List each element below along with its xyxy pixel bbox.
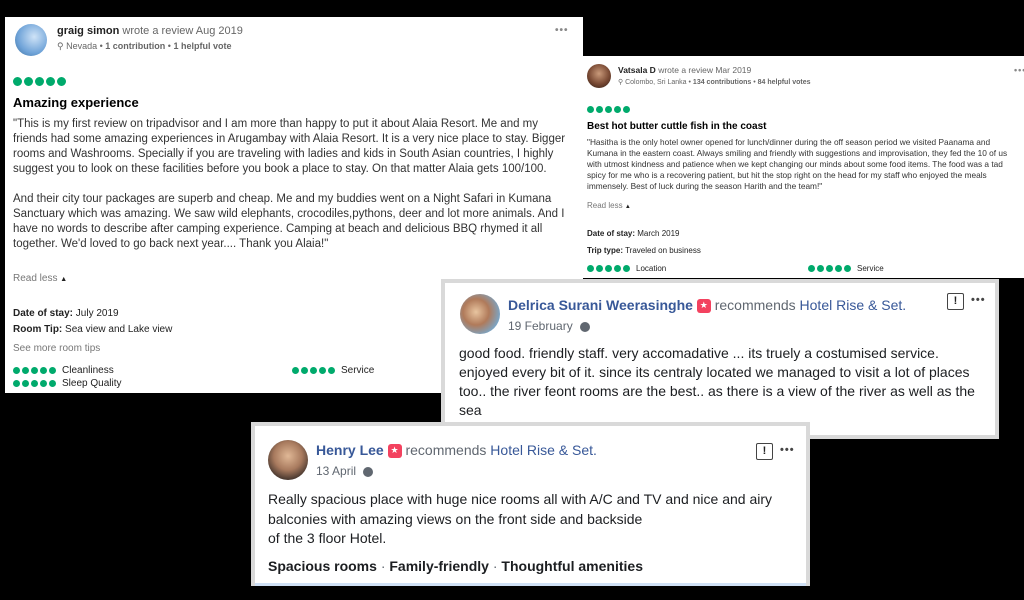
review-title[interactable]: Best hot butter cuttle fish in the coast [587,121,766,132]
recommends-text: recommends [714,297,796,313]
post-body: Really spacious place with huge nice roo… [268,490,806,549]
review-paragraph-1: "This is my first review on tripadvisor … [13,118,566,175]
reviewer-location: Colombo, Sri Lanka [625,79,687,86]
recommendation-tags: Spacious rooms · Family-friendly · Thoug… [268,558,643,574]
fb-user-name[interactable]: Henry Lee [316,442,384,458]
tag-family-friendly: Family-friendly [389,558,489,574]
post-body-line-2: balconies with amazing views on the fron… [268,510,643,527]
recommend-star-icon: ★ [387,444,402,459]
avatar[interactable] [268,440,308,480]
more-options-icon[interactable]: ••• [780,444,795,456]
review-title[interactable]: Amazing experience [13,95,139,110]
review-body: "This is my first review on tripadvisor … [13,117,575,252]
reviewer-name[interactable]: Vatsala D [618,65,656,75]
caret-up-icon: ▲ [624,204,631,210]
globe-icon [363,466,374,477]
tag-separator: · [380,558,386,574]
read-less-link[interactable]: Read less ▲ [587,201,631,210]
subrating-service: Service [808,264,884,273]
fb-user-name[interactable]: Delrica Surani Weerasinghe [508,297,693,313]
helpful-vote-count: 84 helpful votes [757,79,811,86]
contribution-count: 134 contributions [692,79,752,86]
date-of-stay-label: Date of stay: [13,308,74,319]
report-icon[interactable]: ! [756,443,773,460]
fb-recommendation-henry-lee: Henry Lee ★ recommends Hotel Rise & Set.… [251,422,810,586]
tag-separator: · [492,558,498,574]
location-pin-icon: ⚲ [618,79,624,86]
recommends-text: recommends [405,442,487,458]
contribution-count: 1 contribution [105,41,166,51]
post-body-line-3: of the 3 floor Hotel. [268,530,387,546]
more-options-icon[interactable]: ••• [971,294,986,306]
tag-thoughtful-amenities: Thoughtful amenities [501,558,643,574]
post-date[interactable]: 19 February [508,319,573,333]
tag-spacious-rooms: Spacious rooms [268,558,377,574]
review-action: wrote a review Mar 2019 [658,65,752,75]
rating-bubbles [587,106,630,113]
read-less-link[interactable]: Read less ▲ [13,273,67,284]
more-options-icon[interactable]: ••• [555,25,569,36]
helpful-vote-count: 1 helpful vote [173,41,232,51]
subrating-cleanliness: Cleanliness [13,365,114,376]
review-action: wrote a review Aug 2019 [122,25,243,37]
card-bottom-edge [255,583,806,586]
subrating-sleep-quality: Sleep Quality [13,378,121,389]
subrating-location: Location [587,264,666,273]
date-of-stay-label: Date of stay: [587,229,636,238]
avatar[interactable] [460,294,500,334]
fb-recommendation-delrica: Delrica Surani Weerasinghe ★ recommends … [441,279,999,439]
rating-bubbles [13,77,66,86]
date-of-stay-value: July 2019 [75,308,119,319]
see-more-room-tips-link[interactable]: See more room tips [13,343,100,354]
trip-type-value: Traveled on business [625,246,701,255]
report-icon[interactable]: ! [947,293,964,310]
hotel-link[interactable]: Hotel Rise & Set. [490,442,597,458]
review-card-vatsala-d: Vatsala D wrote a review Mar 2019 ⚲ Colo… [573,56,1024,278]
room-tip-label: Room Tip: [13,324,63,335]
date-of-stay-value: March 2019 [637,229,680,238]
review-body: "Hasitha is the only hotel owner opened … [587,137,1008,191]
reviewer-name[interactable]: graig simon [57,25,119,37]
post-date[interactable]: 13 April [316,464,356,478]
location-pin-icon: ⚲ [57,41,64,51]
more-options-icon[interactable]: ••• [1014,65,1024,75]
review-paragraph-2: And their city tour packages are superb … [13,193,565,250]
subrating-service: Service [292,365,374,376]
hotel-link[interactable]: Hotel Rise & Set. [800,297,907,313]
globe-icon [580,321,591,332]
reviewer-location: Nevada [66,41,98,51]
caret-up-icon: ▲ [60,276,68,283]
post-body: good food. friendly staff. very accomada… [459,345,975,418]
avatar[interactable] [15,24,47,56]
recommend-star-icon: ★ [696,299,711,314]
avatar[interactable] [587,64,611,88]
room-tip-value: Sea view and Lake view [65,324,173,335]
post-body-line-1: Really spacious place with huge nice roo… [268,491,773,507]
trip-type-label: Trip type: [587,246,624,255]
